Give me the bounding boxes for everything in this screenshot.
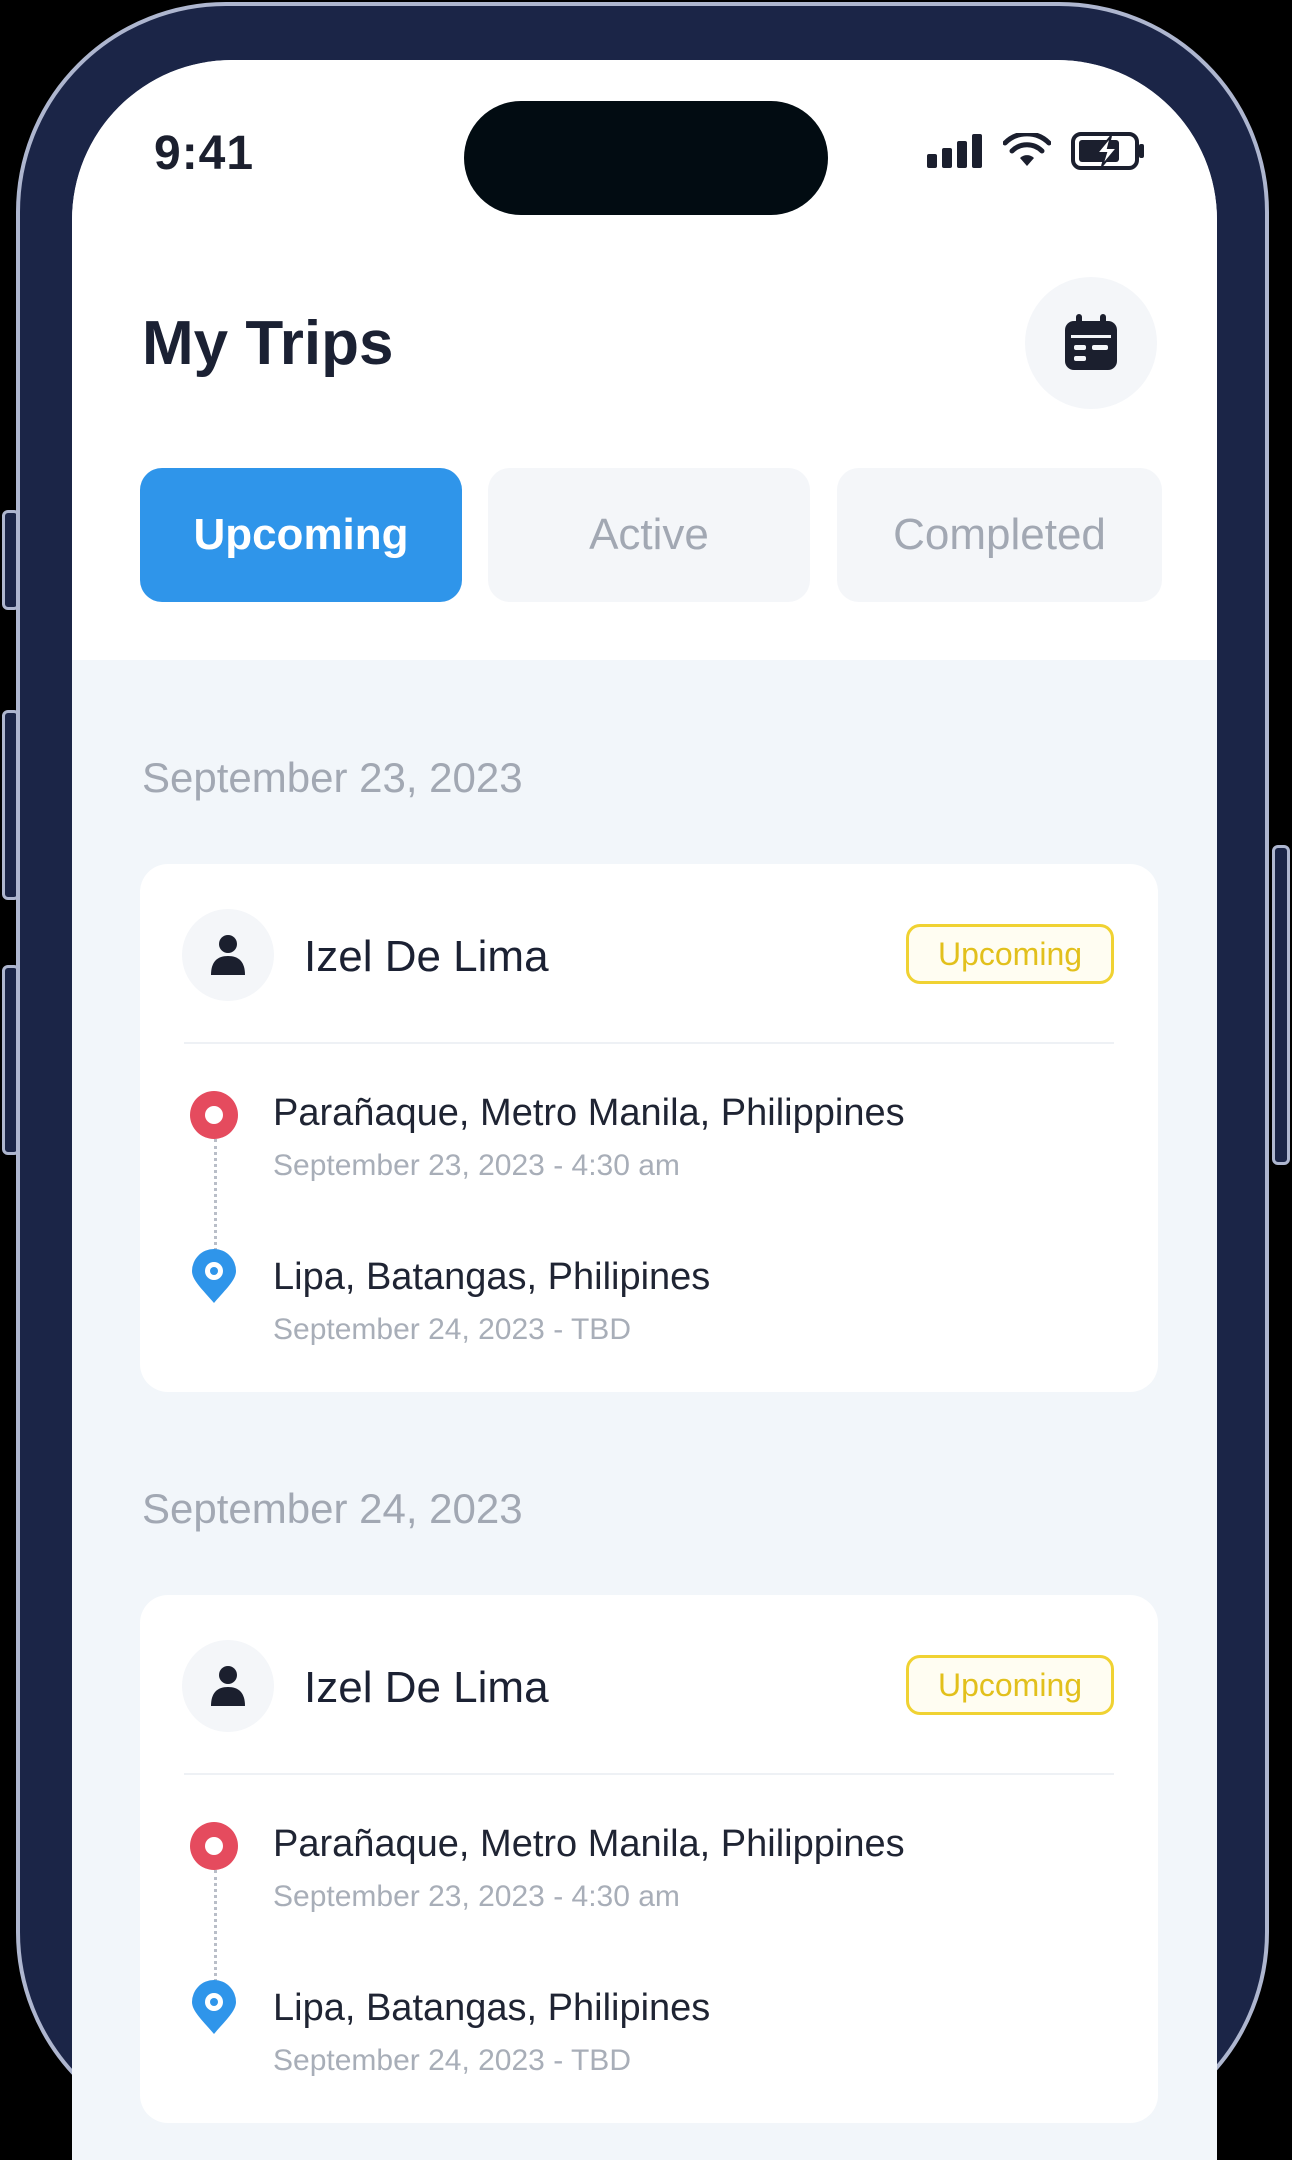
destination-time: September 24, 2023 - TBD: [273, 2044, 631, 2077]
person-icon: [211, 1666, 245, 1706]
calendar-icon: [1065, 314, 1117, 370]
tab-upcoming[interactable]: Upcoming: [140, 468, 462, 602]
destination-location: Lipa, Batangas, Philipines: [273, 1987, 711, 2029]
section-date: September 23, 2023: [142, 754, 523, 801]
calendar-button[interactable]: [1025, 277, 1157, 409]
origin-time: September 23, 2023 - 4:30 am: [273, 1880, 680, 1913]
trip-tabs: Upcoming Active Completed: [140, 468, 1162, 602]
avatar: [182, 1640, 274, 1732]
origin-pin-icon: [190, 1091, 238, 1139]
screen: 9:41 My Trips Upcoming Active Completed …: [72, 60, 1217, 2160]
origin-location: Parañaque, Metro Manila, Philippines: [273, 1092, 905, 1134]
cellular-signal-icon: [927, 134, 982, 168]
route-line: [214, 1139, 217, 1264]
wifi-icon: [1003, 133, 1051, 166]
tab-active[interactable]: Active: [488, 468, 810, 602]
power-button[interactable]: [1272, 845, 1290, 1165]
origin-pin-icon: [190, 1822, 238, 1870]
person-icon: [211, 935, 245, 975]
destination-pin-icon: [192, 1980, 236, 2034]
section-date: September 24, 2023: [142, 1485, 523, 1532]
status-badge: Upcoming: [906, 924, 1114, 984]
destination-location: Lipa, Batangas, Philipines: [273, 1256, 711, 1298]
avatar: [182, 909, 274, 1001]
tab-completed[interactable]: Completed: [837, 468, 1162, 602]
dynamic-island: [464, 101, 828, 215]
status-badge: Upcoming: [906, 1655, 1114, 1715]
destination-pin-icon: [192, 1249, 236, 1303]
route-line: [214, 1870, 217, 1995]
status-time: 9:41: [154, 127, 255, 180]
driver-name: Izel De Lima: [304, 1663, 549, 1712]
driver-name: Izel De Lima: [304, 932, 549, 981]
origin-time: September 23, 2023 - 4:30 am: [273, 1149, 680, 1182]
trip-card[interactable]: Izel De Lima Upcoming Parañaque, Metro M…: [140, 1595, 1158, 2123]
origin-location: Parañaque, Metro Manila, Philippines: [273, 1823, 905, 1865]
destination-time: September 24, 2023 - TBD: [273, 1313, 631, 1346]
battery-charging-icon: [1071, 132, 1144, 170]
card-divider: [184, 1773, 1114, 1775]
status-icons: [927, 132, 1145, 170]
card-divider: [184, 1042, 1114, 1044]
trip-card[interactable]: Izel De Lima Upcoming Parañaque, Metro M…: [140, 864, 1158, 1392]
page-title: My Trips: [142, 309, 394, 378]
